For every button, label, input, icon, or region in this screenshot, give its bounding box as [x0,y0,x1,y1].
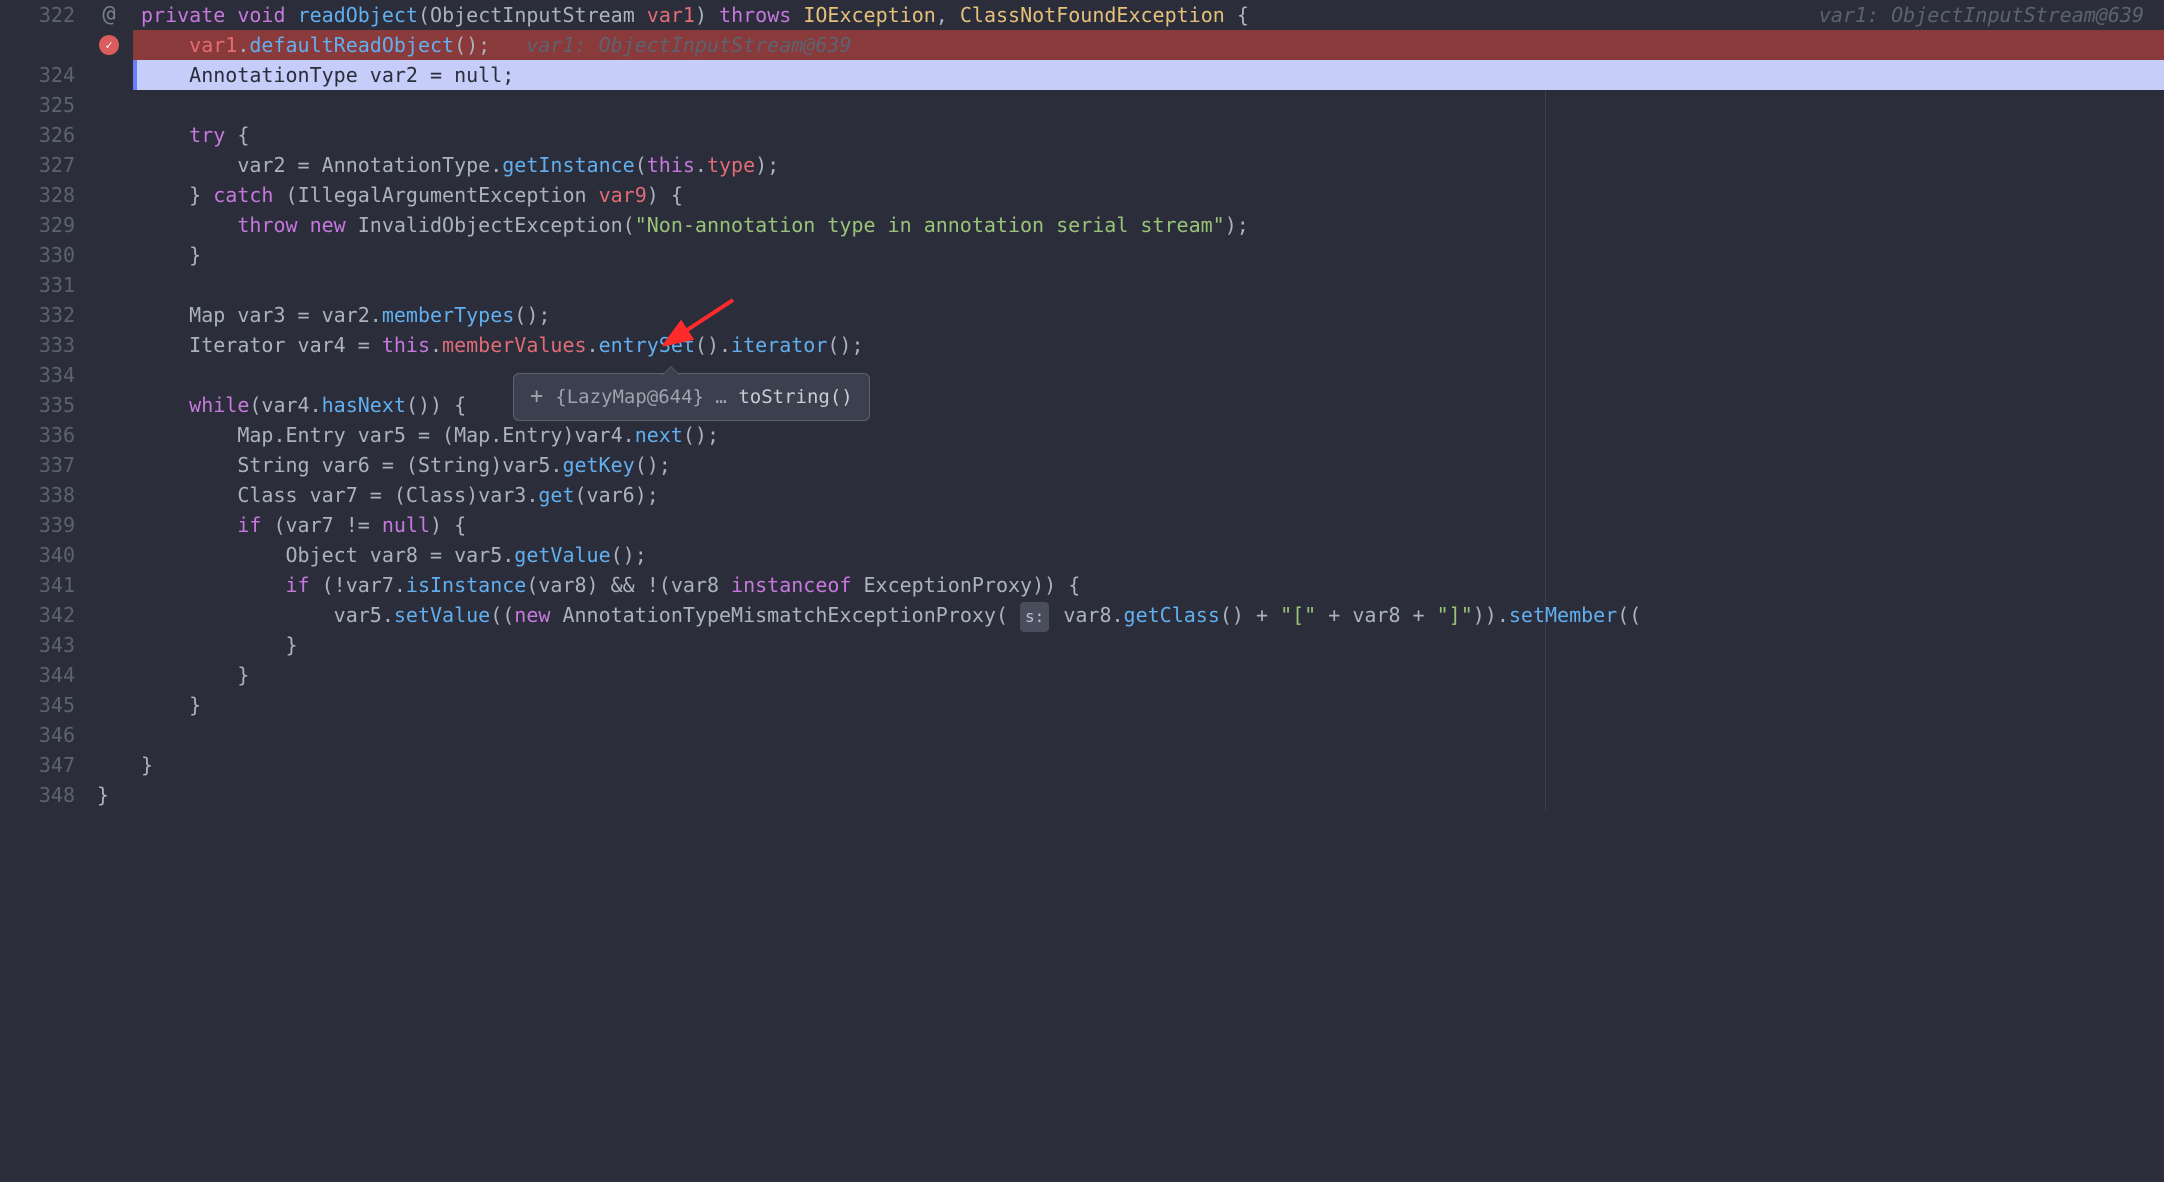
code-editor: 322 324 325 326 327 328 329 330 331 332 … [0,0,2164,810]
line-number[interactable]: 344 [0,660,75,690]
breakpoint-icon[interactable] [99,35,119,55]
line-number[interactable]: 339 [0,510,75,540]
line-number[interactable]: 322 [0,0,75,30]
expand-icon[interactable]: + [530,382,543,412]
code-line[interactable]: var5.setValue((new AnnotationTypeMismatc… [133,600,2164,630]
code-line[interactable]: while(var4.hasNext()) { [133,390,2164,420]
code-line[interactable]: } [133,240,2164,270]
line-number[interactable]: 333 [0,330,75,360]
line-number[interactable]: 345 [0,690,75,720]
code-line[interactable]: Class var7 = (Class)var3.get(var6); [133,480,2164,510]
line-number[interactable]: 338 [0,480,75,510]
line-number[interactable]: 335 [0,390,75,420]
code-line[interactable]: Iterator var4 = this.memberValues.entryS… [133,330,2164,360]
line-number[interactable]: 334 [0,360,75,390]
code-line[interactable]: Map var3 = var2.memberTypes(); [133,300,2164,330]
line-number[interactable]: 325 [0,90,75,120]
line-number[interactable]: 330 [0,240,75,270]
code-line[interactable]: } [133,690,2164,720]
code-line[interactable] [133,360,2164,390]
code-line[interactable]: } [133,750,2164,780]
line-number[interactable]: 340 [0,540,75,570]
override-icon[interactable]: @ [102,0,115,30]
code-line-current[interactable]: AnnotationType var2 = null; [133,60,2164,90]
code-line[interactable]: try { [133,120,2164,150]
code-line[interactable]: if (var7 != null) { [133,510,2164,540]
code-line[interactable]: throw new InvalidObjectException("Non-an… [133,210,2164,240]
code-line[interactable]: var2 = AnnotationType.getInstance(this.t… [133,150,2164,180]
code-line[interactable]: Map.Entry var5 = (Map.Entry)var4.next(); [133,420,2164,450]
tooltip-arrow-icon [662,366,680,375]
code-line-breakpoint[interactable]: var1.defaultReadObject(); var1: ObjectIn… [133,30,2164,60]
code-line[interactable]: } catch (IllegalArgumentException var9) … [133,180,2164,210]
code-line[interactable]: } [133,660,2164,690]
inline-hint: var1: ObjectInputStream@639 [1819,0,2144,30]
code-line[interactable]: Object var8 = var5.getValue(); [133,540,2164,570]
annotation-arrow-icon [663,292,743,352]
code-line[interactable]: } [133,780,2164,810]
inline-hint: var1: ObjectInputStream@639 [526,33,851,57]
line-number[interactable]: 347 [0,750,75,780]
code-area[interactable]: private void readObject(ObjectInputStrea… [133,0,2164,810]
code-line[interactable]: String var6 = (String)var5.getKey(); [133,450,2164,480]
line-number[interactable]: 332 [0,300,75,330]
code-line[interactable] [133,720,2164,750]
cursor-indicator [133,60,137,90]
line-number[interactable]: 343 [0,630,75,660]
line-number[interactable]: 324 [0,60,75,90]
code-line[interactable]: private void readObject(ObjectInputStrea… [133,0,2164,30]
line-number[interactable]: 326 [0,120,75,150]
line-number[interactable]: 342 [0,600,75,630]
tooltip-value: {LazyMap@644} … toString() [555,382,852,412]
code-line[interactable]: if (!var7.isInstance(var8) && !(var8 ins… [133,570,2164,600]
line-number[interactable]: 341 [0,570,75,600]
gutter-icons: @ [85,0,133,810]
param-hint-badge: s: [1020,602,1049,632]
line-number[interactable]: 328 [0,180,75,210]
line-number[interactable] [0,30,75,60]
line-number[interactable]: 336 [0,420,75,450]
line-number-gutter[interactable]: 322 324 325 326 327 328 329 330 331 332 … [0,0,85,810]
line-number[interactable]: 348 [0,780,75,810]
line-number[interactable]: 329 [0,210,75,240]
code-line[interactable] [133,90,2164,120]
code-line[interactable]: } [133,630,2164,660]
line-number[interactable]: 327 [0,150,75,180]
line-number[interactable]: 346 [0,720,75,750]
line-number[interactable]: 331 [0,270,75,300]
debug-value-tooltip[interactable]: + {LazyMap@644} … toString() [513,373,870,421]
code-line[interactable] [133,270,2164,300]
line-number[interactable]: 337 [0,450,75,480]
